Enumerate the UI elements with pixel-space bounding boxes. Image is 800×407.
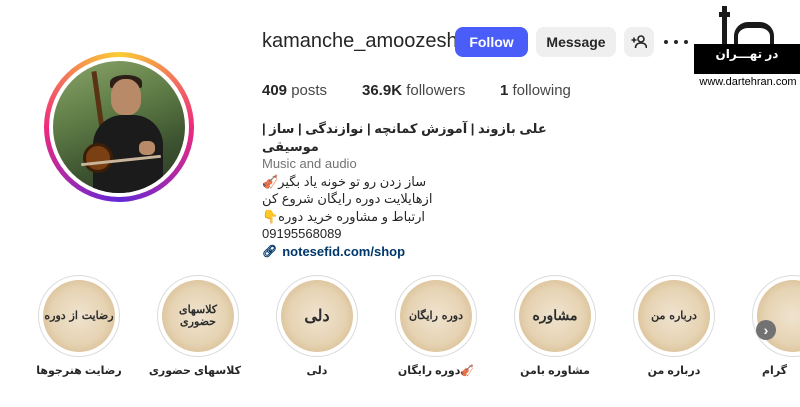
highlight-label: گرام: [762, 365, 788, 377]
highlight-cover: درباره من: [638, 280, 710, 352]
highlight-label: رضایت هنرجوها: [36, 365, 122, 377]
azadi-tower-icon: [734, 22, 774, 44]
profile-avatar[interactable]: [44, 52, 194, 202]
bio-line: ارتباط و مشاوره خرید دوره👇: [262, 208, 426, 224]
bio-phone: 09195568089: [262, 226, 342, 241]
highlight-item[interactable]: دلی دلی: [274, 275, 360, 377]
profile-bio: علی بازوند | آموزش کمانچه | نوازندگی | س…: [262, 120, 562, 260]
posts-count: 409: [262, 82, 288, 99]
bio-name: علی بازوند | آموزش کمانچه | نوازندگی | س…: [262, 121, 547, 154]
highlight-cover: مشاوره: [519, 280, 591, 352]
highlight-cover: رضایت از دوره: [43, 280, 115, 352]
bio-category: Music and audio: [262, 156, 357, 171]
add-person-icon: [631, 35, 647, 49]
bio-link[interactable]: 🔗︎ notesefid.com/shop: [262, 243, 562, 261]
highlight-item[interactable]: درباره من درباره من: [631, 275, 717, 377]
highlight-label: درباره من: [647, 365, 701, 377]
suggested-accounts-button[interactable]: [624, 27, 654, 57]
message-button[interactable]: Message: [536, 27, 616, 57]
site-logo: در تهـــران www.dartehran.com: [694, 0, 800, 92]
posts-stat: 409 posts: [262, 82, 327, 99]
highlight-item[interactable]: رضایت از دوره رضایت هنرجوها: [36, 275, 122, 377]
avatar-photo: [53, 61, 185, 193]
logo-title: در تهـــران: [715, 47, 779, 61]
highlight-label: 🎻دوره رایگان: [397, 365, 475, 377]
kamancheh-instrument: [83, 143, 113, 173]
bio-link-text: notesefid.com/shop: [282, 243, 406, 259]
highlight-item-partial[interactable]: [752, 275, 800, 357]
following-stat[interactable]: 1 following: [500, 82, 571, 99]
highlight-cover: دوره رایگان: [400, 280, 472, 352]
more-options-icon[interactable]: [664, 34, 688, 50]
logo-url: www.dartehran.com: [699, 76, 797, 88]
bio-line: ساز زدن رو تو خونه یاد بگیر🎻: [262, 173, 427, 189]
profile-username: kamanche_amoozesh: [262, 30, 458, 52]
highlight-label: دلی: [306, 365, 328, 377]
highlight-item[interactable]: مشاوره مشاوره بامن: [512, 275, 598, 377]
highlight-cover: کلاسهای حضوری: [162, 280, 234, 352]
followers-stat[interactable]: 36.9K followers: [362, 82, 465, 99]
follow-button[interactable]: Follow: [455, 27, 528, 57]
highlight-cover: دلی: [281, 280, 353, 352]
following-label: following: [512, 82, 571, 99]
highlight-item[interactable]: دوره رایگان 🎻دوره رایگان: [393, 275, 479, 377]
highlight-item[interactable]: کلاسهای حضوری کلاسهای حضوری: [148, 275, 241, 377]
followers-label: followers: [406, 82, 466, 99]
highlight-label: مشاوره بامن: [520, 365, 590, 377]
bio-line: ازهایلایت دوره رایگان شروع کن: [262, 191, 433, 206]
followers-count: 36.9K: [362, 82, 403, 99]
following-count: 1: [500, 82, 509, 99]
posts-label: posts: [291, 82, 328, 99]
highlight-label: کلاسهای حضوری: [148, 365, 241, 377]
link-icon: 🔗︎: [262, 243, 278, 258]
chevron-right-icon[interactable]: ›: [756, 320, 776, 340]
